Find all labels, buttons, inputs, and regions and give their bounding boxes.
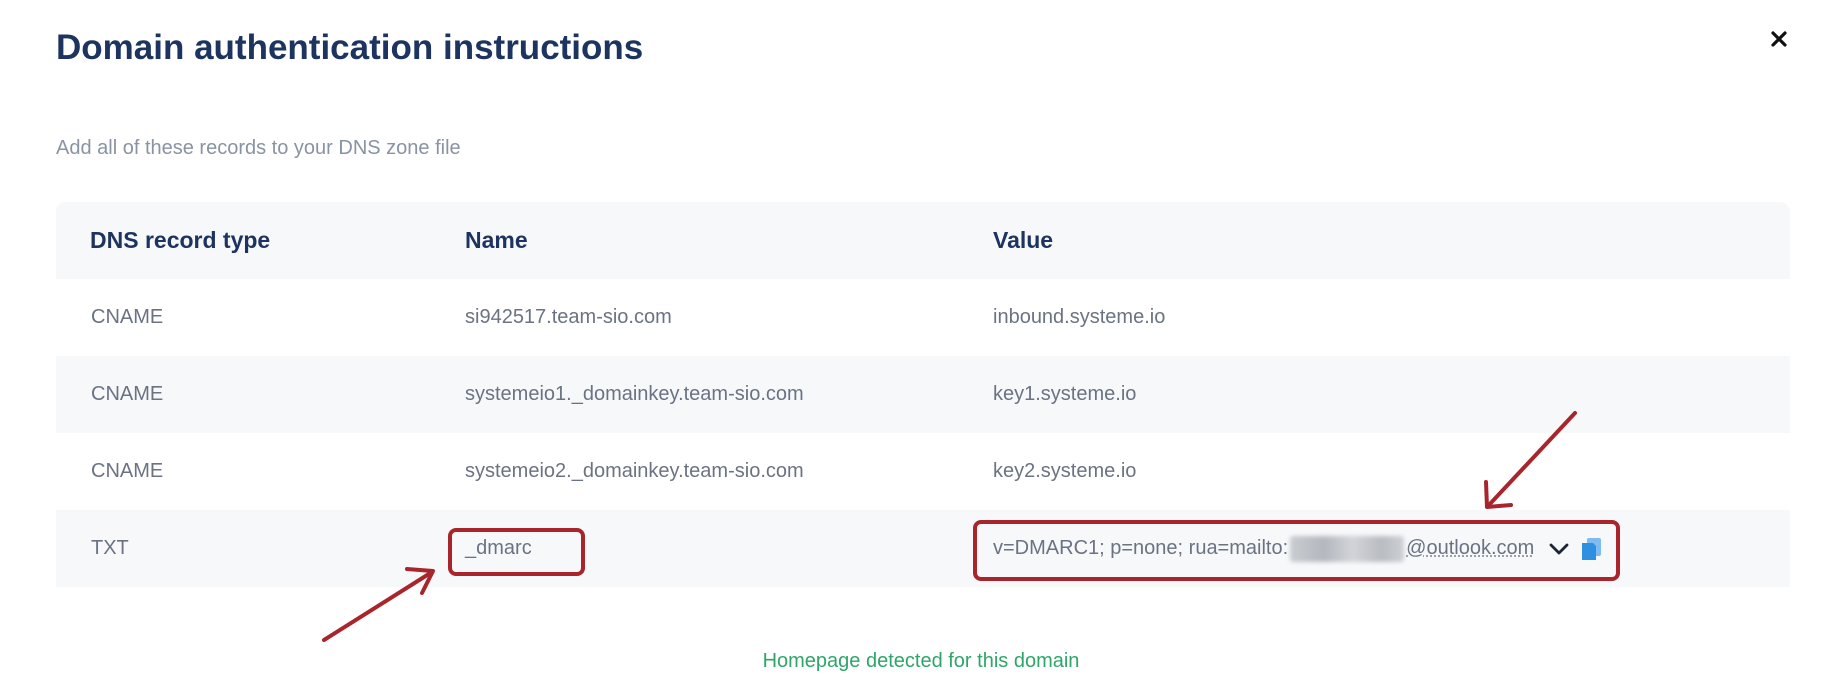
- record-name: systemeio1._domainkey.team-sio.com: [465, 383, 804, 405]
- record-name: si942517.team-sio.com: [465, 306, 672, 328]
- table-row: CNAME si942517.team-sio.com inbound.syst…: [56, 279, 1790, 356]
- record-value: v=DMARC1; p=none; rua=mailto: @outlook.c…: [993, 510, 1602, 587]
- record-name: _dmarc: [465, 537, 532, 559]
- record-type: TXT: [91, 537, 129, 559]
- record-value: key2.systeme.io: [993, 460, 1137, 482]
- record-value-suffix: @outlook.com: [1406, 537, 1535, 559]
- chevron-down-icon[interactable]: [1548, 538, 1570, 560]
- column-header-name: Name: [465, 227, 528, 253]
- record-type: CNAME: [91, 306, 164, 328]
- record-name: systemeio2._domainkey.team-sio.com: [465, 460, 804, 482]
- table-header-row: DNS record type Name Value: [56, 202, 1790, 279]
- column-header-type: DNS record type: [90, 227, 271, 253]
- column-header-value: Value: [993, 227, 1054, 253]
- record-value-prefix: v=DMARC1; p=none; rua=mailto:: [993, 537, 1289, 559]
- record-type: CNAME: [91, 460, 164, 482]
- homepage-detected-note: Homepage detected for this domain: [762, 650, 1080, 672]
- record-value: inbound.systeme.io: [993, 306, 1166, 328]
- instructions-subtitle: Add all of these records to your DNS zon…: [56, 137, 461, 159]
- record-value: key1.systeme.io: [993, 383, 1137, 405]
- close-icon: [1771, 31, 1787, 47]
- close-button[interactable]: [1764, 24, 1794, 54]
- table-row: TXT _dmarc v=DMARC1; p=none; rua=mailto:…: [56, 510, 1790, 587]
- redacted-email-user: [1290, 535, 1405, 562]
- table-row: CNAME systemeio2._domainkey.team-sio.com…: [56, 433, 1790, 510]
- modal-title: Domain authentication instructions: [56, 28, 644, 67]
- dns-records-table: DNS record type Name Value CNAME si94251…: [56, 202, 1790, 587]
- record-type: CNAME: [91, 383, 164, 405]
- table-row: CNAME systemeio1._domainkey.team-sio.com…: [56, 356, 1790, 433]
- copy-icon[interactable]: [1580, 536, 1602, 562]
